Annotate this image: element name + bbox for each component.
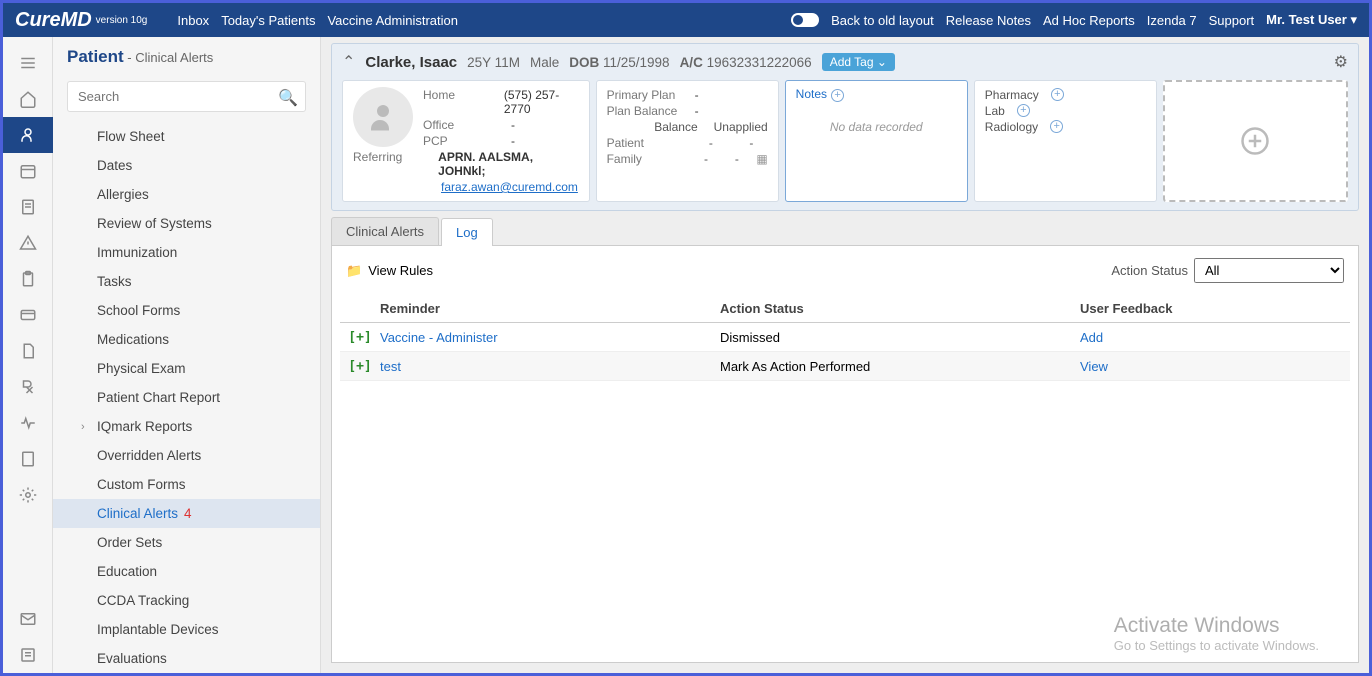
sidebar: Patient - Clinical Alerts 🔍 Flow SheetDa…: [53, 37, 321, 673]
list-icon[interactable]: [3, 637, 53, 673]
sidebar-item[interactable]: Evaluations: [53, 644, 320, 673]
add-tag-button[interactable]: Add Tag ⌄: [822, 53, 895, 71]
folder-icon: 📁: [346, 263, 362, 279]
icon-rail: [3, 37, 53, 673]
email-link[interactable]: faraz.awan@curemd.com: [441, 180, 578, 194]
sidebar-item[interactable]: Review of Systems: [53, 209, 320, 238]
layout-toggle[interactable]: [791, 13, 819, 27]
sidebar-item[interactable]: Order Sets: [53, 528, 320, 557]
sidebar-item[interactable]: ›IQmark Reports: [53, 412, 320, 441]
mail-icon[interactable]: [3, 601, 53, 637]
sidebar-item[interactable]: Medications: [53, 325, 320, 354]
sidebar-item[interactable]: Custom Forms: [53, 470, 320, 499]
support-link[interactable]: Support: [1209, 13, 1255, 28]
collapse-icon[interactable]: ⌃: [342, 52, 355, 72]
sidebar-item[interactable]: Dates: [53, 151, 320, 180]
feedback-link[interactable]: View: [1080, 359, 1108, 374]
tab-clinical-alerts[interactable]: Clinical Alerts: [331, 217, 439, 245]
clipboard-icon[interactable]: [3, 261, 53, 297]
vitals-icon[interactable]: [3, 405, 53, 441]
patient-gender: Male: [530, 55, 559, 70]
table-row: [+]testMark As Action PerformedView: [340, 352, 1350, 381]
log-panel: 📁 View Rules Action Status All Reminder …: [331, 246, 1359, 663]
sidebar-item[interactable]: Allergies: [53, 180, 320, 209]
col-feedback: User Feedback: [1080, 301, 1350, 316]
contact-card: Home(575) 257-2770 Office- PCP- Referrin…: [342, 80, 590, 202]
search-icon[interactable]: 🔍: [278, 88, 298, 108]
sidebar-item[interactable]: CCDA Tracking: [53, 586, 320, 615]
sidebar-item[interactable]: Physical Exam: [53, 354, 320, 383]
top-nav: Inbox Today's Patients Vaccine Administr…: [177, 13, 458, 28]
col-status: Action Status: [720, 301, 1080, 316]
user-menu[interactable]: Mr. Test User ▾: [1266, 12, 1357, 28]
sidebar-header: Patient - Clinical Alerts: [53, 37, 320, 77]
log-grid: Reminder Action Status User Feedback [+]…: [340, 295, 1350, 381]
billing-icon[interactable]: [3, 297, 53, 333]
ac-label: A/C 19632331222066: [680, 55, 812, 70]
family-icon[interactable]: ▦: [756, 152, 767, 166]
banner-gear-icon[interactable]: ⚙: [1334, 52, 1348, 72]
patient-icon[interactable]: [3, 117, 53, 153]
sidebar-item[interactable]: Patient Chart Report: [53, 383, 320, 412]
adhoc-reports-link[interactable]: Ad Hoc Reports: [1043, 13, 1135, 28]
izenda-link[interactable]: Izenda 7: [1147, 13, 1197, 28]
document-icon[interactable]: [3, 333, 53, 369]
add-radiology-icon[interactable]: +: [1050, 120, 1063, 133]
add-pharmacy-icon[interactable]: +: [1051, 88, 1064, 101]
action-status-label: Action Status: [1111, 263, 1188, 278]
add-note-icon[interactable]: +: [831, 89, 844, 102]
orders-card: Pharmacy+ Lab+ Radiology+: [974, 80, 1157, 202]
view-rules-link[interactable]: View Rules: [368, 263, 433, 278]
plan-card: Primary Plan- Plan Balance- BalanceUnapp…: [596, 80, 779, 202]
nav-vaccine[interactable]: Vaccine Administration: [327, 13, 458, 28]
patient-age: 25Y 11M: [467, 55, 520, 70]
notes-title[interactable]: Notes: [796, 87, 827, 101]
feedback-link[interactable]: Add: [1080, 330, 1103, 345]
calendar-icon[interactable]: [3, 153, 53, 189]
top-bar: CureMD version 10g Inbox Today's Patient…: [3, 3, 1369, 37]
expand-icon[interactable]: [+]: [348, 359, 371, 374]
sidebar-item[interactable]: Immunization: [53, 238, 320, 267]
nav-list[interactable]: Flow SheetDatesAllergiesReview of System…: [53, 122, 320, 673]
release-notes-link[interactable]: Release Notes: [946, 13, 1031, 28]
note-icon[interactable]: [3, 441, 53, 477]
menu-icon[interactable]: [3, 45, 53, 81]
sidebar-item[interactable]: Tasks: [53, 267, 320, 296]
avatar[interactable]: [353, 87, 413, 147]
back-layout-link[interactable]: Back to old layout: [831, 13, 934, 28]
sidebar-item[interactable]: Overridden Alerts: [53, 441, 320, 470]
reminder-link[interactable]: test: [380, 359, 401, 374]
sidebar-item[interactable]: Education: [53, 557, 320, 586]
notes-card: Notes+ No data recorded: [785, 80, 968, 202]
home-icon[interactable]: [3, 81, 53, 117]
gear-icon[interactable]: [3, 477, 53, 513]
top-right: Back to old layout Release Notes Ad Hoc …: [791, 12, 1357, 28]
sidebar-item[interactable]: School Forms: [53, 296, 320, 325]
table-row: [+]Vaccine - AdministerDismissedAdd: [340, 323, 1350, 352]
patient-banner: ⌃ Clarke, Isaac 25Y 11M Male DOB 11/25/1…: [331, 43, 1359, 211]
brand-logo: CureMD: [15, 9, 92, 32]
add-lab-icon[interactable]: +: [1017, 104, 1030, 117]
reminder-link[interactable]: Vaccine - Administer: [380, 330, 498, 345]
nav-inbox[interactable]: Inbox: [177, 13, 209, 28]
content-area: ⌃ Clarke, Isaac 25Y 11M Male DOB 11/25/1…: [321, 37, 1369, 673]
add-card-button[interactable]: [1163, 80, 1348, 202]
dob-label: DOB 11/25/1998: [569, 55, 669, 70]
content-tabs: Clinical Alerts Log: [331, 217, 1359, 246]
sidebar-item[interactable]: Clinical Alerts4: [53, 499, 320, 528]
nav-today[interactable]: Today's Patients: [221, 13, 315, 28]
brand-version: version 10g: [96, 15, 148, 26]
search-input[interactable]: [67, 81, 306, 112]
tab-log[interactable]: Log: [441, 218, 493, 246]
rx-icon[interactable]: [3, 369, 53, 405]
action-status-select[interactable]: All: [1194, 258, 1344, 283]
alert-icon[interactable]: [3, 225, 53, 261]
col-reminder: Reminder: [380, 301, 720, 316]
sidebar-item[interactable]: Flow Sheet: [53, 122, 320, 151]
patient-name[interactable]: Clarke, Isaac: [365, 54, 457, 71]
sidebar-item[interactable]: Implantable Devices: [53, 615, 320, 644]
expand-icon[interactable]: [+]: [348, 330, 371, 345]
form-icon[interactable]: [3, 189, 53, 225]
